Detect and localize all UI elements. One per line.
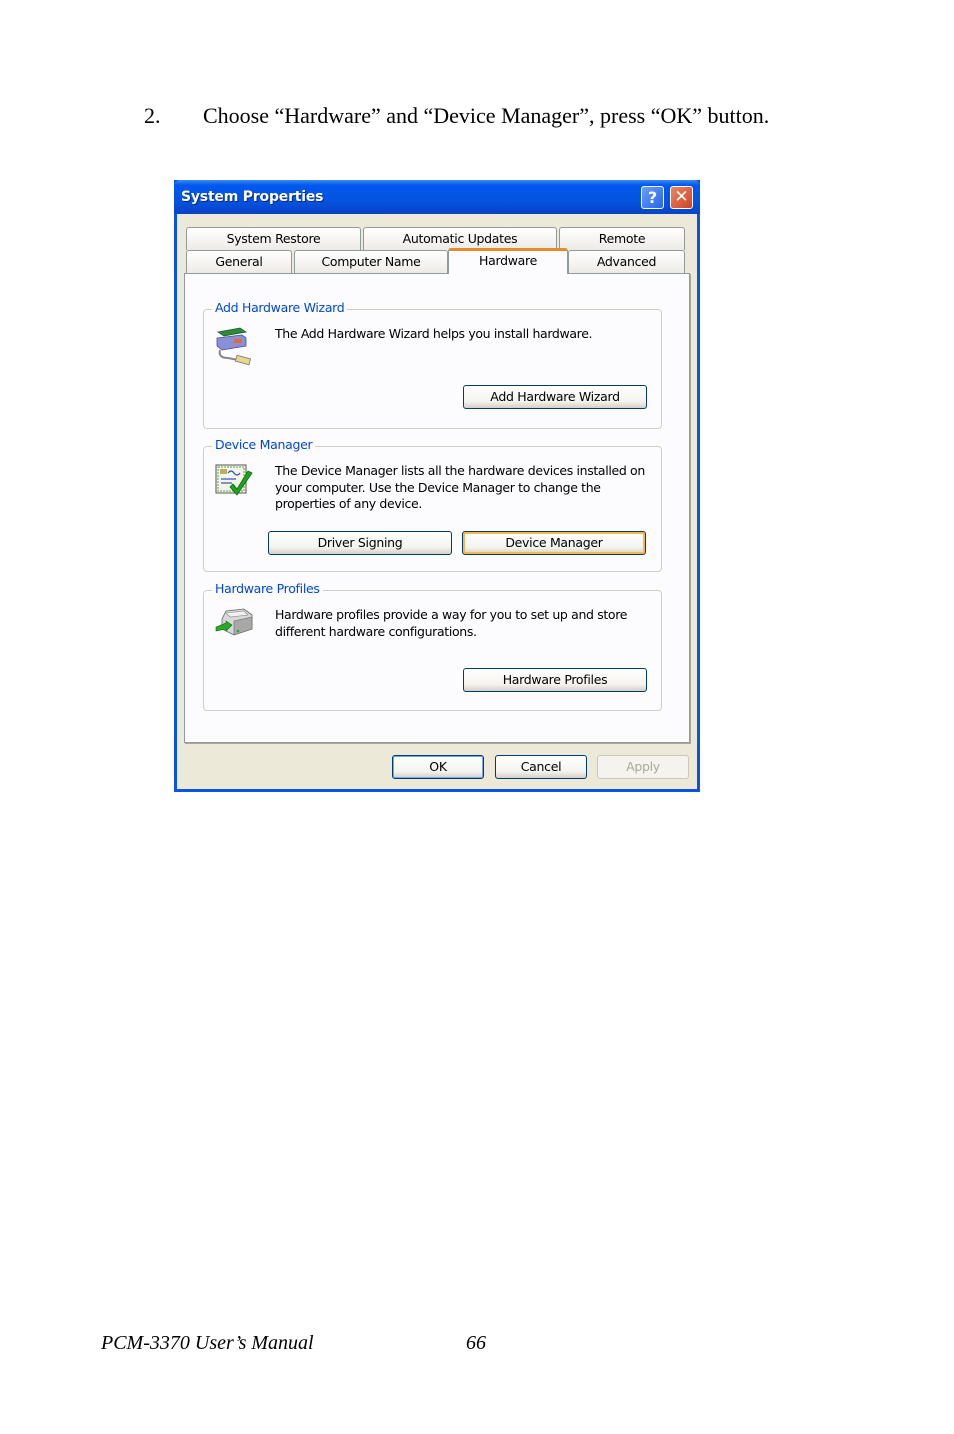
device-manager-icon <box>215 464 253 496</box>
hardware-profiles-description: Hardware profiles provide a way for you … <box>275 607 628 639</box>
group-label: Hardware Profiles <box>212 581 323 596</box>
group-label: Device Manager <box>212 437 316 452</box>
help-button[interactable]: ? <box>641 186 664 209</box>
cancel-button[interactable]: Cancel <box>495 755 587 779</box>
add-hardware-group: Add Hardware Wizard The Add Hardware Wiz… <box>203 300 662 429</box>
window-title: System Properties <box>181 189 324 205</box>
apply-button[interactable]: Apply <box>597 755 689 779</box>
instruction-step: 2. Choose “Hardware” and “Device Manager”… <box>144 103 769 129</box>
group-label: Add Hardware Wizard <box>212 300 348 315</box>
close-button[interactable]: ✕ <box>670 186 693 209</box>
ok-button[interactable]: OK <box>392 755 484 779</box>
hardware-profiles-button[interactable]: Hardware Profiles <box>463 668 647 692</box>
device-manager-group: Device Manager The Device Manager lists … <box>203 437 662 572</box>
tab-system-restore[interactable]: System Restore <box>186 227 361 250</box>
device-manager-button[interactable]: Device Manager <box>462 531 646 555</box>
add-hardware-wizard-button[interactable]: Add Hardware Wizard <box>463 385 647 409</box>
close-icon: ✕ <box>674 187 689 207</box>
page-number: 66 <box>466 1332 486 1354</box>
device-manager-description: The Device Manager lists all the hardwar… <box>275 463 645 511</box>
page-footer: PCM-3370 User’s Manual 66 <box>101 1332 486 1355</box>
add-hardware-icon <box>216 327 252 366</box>
hardware-profiles-icon <box>215 608 253 636</box>
driver-signing-button[interactable]: Driver Signing <box>268 531 452 555</box>
tab-remote[interactable]: Remote <box>559 227 685 250</box>
help-icon: ? <box>647 188 658 207</box>
tab-advanced[interactable]: Advanced <box>568 250 685 273</box>
add-hardware-description: The Add Hardware Wizard helps you instal… <box>275 326 593 341</box>
step-number: 2. <box>144 103 161 128</box>
hardware-tab-panel: Add Hardware Wizard The Add Hardware Wiz… <box>184 273 690 743</box>
hardware-profiles-group: Hardware Profiles Hardware profiles prov… <box>203 581 662 711</box>
tab-general[interactable]: General <box>186 250 292 273</box>
system-properties-dialog: System Properties ? ✕ System Restore Aut… <box>174 180 700 792</box>
title-bar[interactable]: System Properties ? ✕ <box>174 180 700 214</box>
tab-computer-name[interactable]: Computer Name <box>294 250 448 273</box>
tab-automatic-updates[interactable]: Automatic Updates <box>363 227 557 250</box>
dialog-client-area: System Restore Automatic Updates Remote … <box>177 214 697 789</box>
step-text: Choose “Hardware” and “Device Manager”, … <box>203 103 770 128</box>
tab-hardware[interactable]: Hardware <box>448 248 568 274</box>
manual-title: PCM-3370 User’s Manual <box>101 1332 314 1354</box>
